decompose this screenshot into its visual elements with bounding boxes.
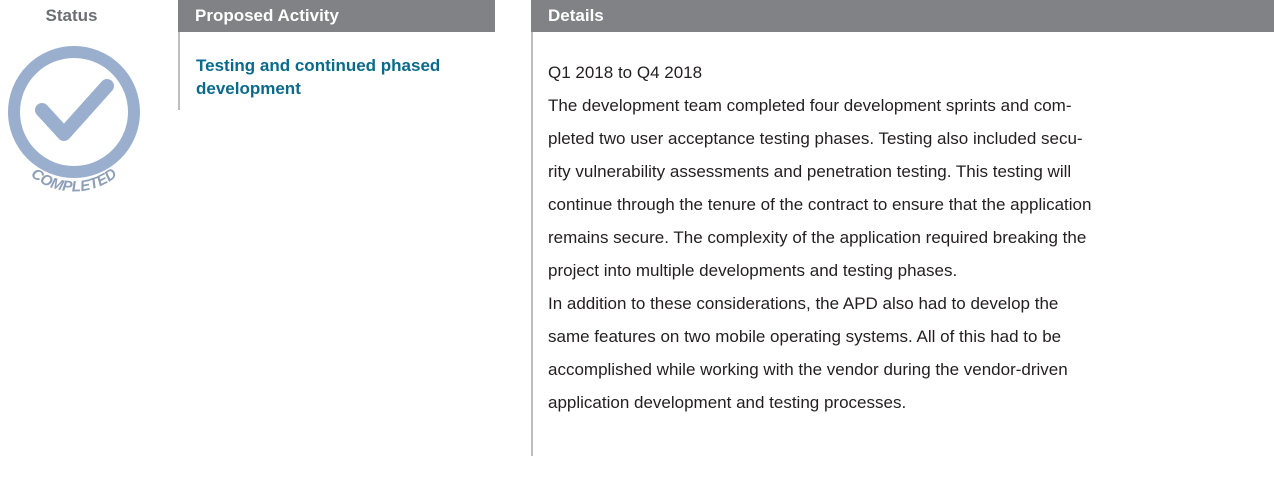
details-paragraph-2: In addition to these considerations, the… [548,287,1263,419]
details-paragraph-1: The development team completed four deve… [548,89,1263,287]
status-column-header: Status [45,6,98,25]
details-column-divider [531,32,533,456]
details-line: application development and testing proc… [548,393,907,412]
completed-badge-graphic: COMPLETED [8,46,140,196]
details-line: rity vulnerability assessments and penet… [548,162,1072,181]
details-line: In addition to these considerations, the… [548,294,1059,313]
details-line: remains secure. The complexity of the ap… [548,228,1087,247]
details-line: The development team completed four deve… [548,96,1072,115]
completed-status-badge: COMPLETED [4,44,144,209]
details-line: project into multiple developments and t… [548,261,958,280]
proposed-activity-column-header: Proposed Activity [178,0,495,32]
activity-column-divider [178,32,180,110]
details-line: same features on two mobile operating sy… [548,327,1062,346]
details-line: continue through the tenure of the contr… [548,195,1092,214]
details-line: accomplished while working with the vend… [548,360,1068,379]
details-content: Q1 2018 to Q4 2018 The development team … [548,56,1263,419]
details-column-header: Details [531,0,1274,32]
proposed-activity-title: Testing and continued phased development [196,56,441,98]
details-line: pleted two user acceptance testing phase… [548,129,1083,148]
details-date-range: Q1 2018 to Q4 2018 [548,63,703,82]
